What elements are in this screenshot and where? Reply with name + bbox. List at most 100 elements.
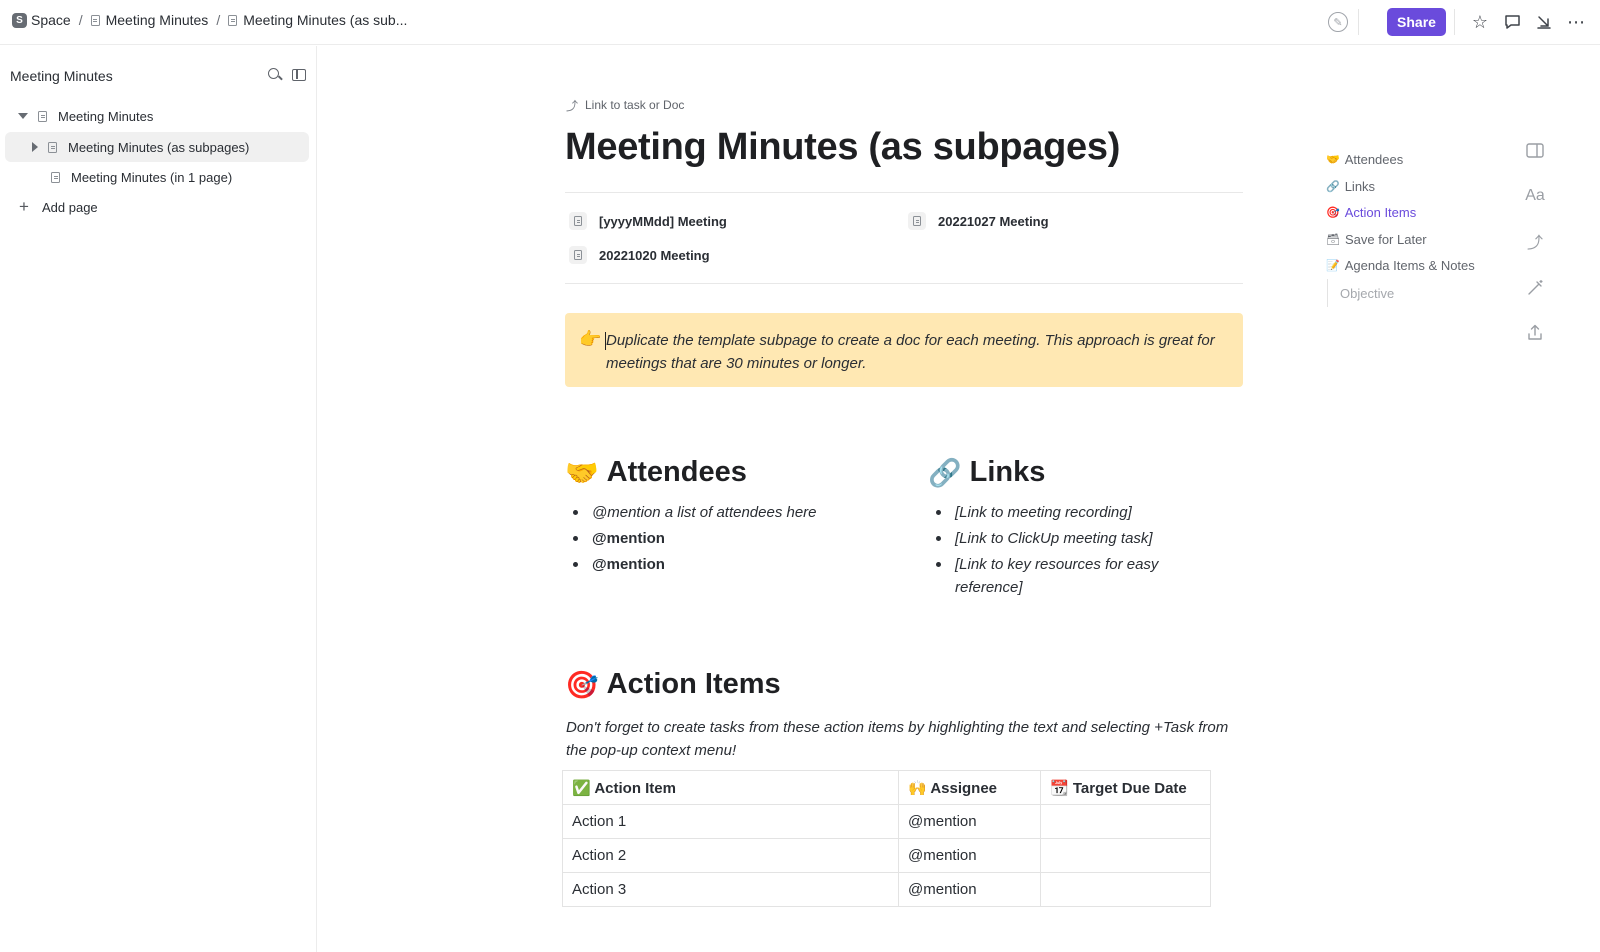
doc-content: ⤴ Link to task or Doc Meeting Minutes (a… <box>318 46 1600 952</box>
heading-text: Links <box>969 456 1046 488</box>
table-row: Action 1 @mention <box>562 804 1211 839</box>
links-heading[interactable]: 🔗 Links <box>928 456 1045 489</box>
toc-label: Links <box>1344 179 1376 194</box>
check-icon: ✅ <box>572 779 591 797</box>
list-item[interactable]: [Link to ClickUp meeting task] <box>929 527 1199 550</box>
breadcrumb-current[interactable]: Meeting Minutes (as sub... <box>228 12 407 28</box>
subpage-link[interactable]: 20221020 Meeting <box>569 246 710 264</box>
breadcrumb-separator: / <box>78 12 83 28</box>
doc-icon <box>38 110 47 122</box>
doc-icon <box>908 212 926 230</box>
sidebar-item-as-subpages[interactable]: Meeting Minutes (as subpages) <box>5 132 309 162</box>
heading-text: Action Items <box>606 668 781 700</box>
toc-label: Attendees <box>1344 152 1404 167</box>
link-chain-icon: 🔗 <box>928 457 962 488</box>
subpage-link[interactable]: [yyyyMMdd] Meeting <box>569 212 727 230</box>
subpage-link[interactable]: 20221027 Meeting <box>908 212 1049 230</box>
table-cell[interactable]: @mention <box>898 838 1041 873</box>
heading-text: Attendees <box>606 456 747 488</box>
attendees-heading[interactable]: 🤝 Attendees <box>565 456 747 489</box>
list-item[interactable]: @mention <box>566 553 886 576</box>
table-cell[interactable]: Action 2 <box>562 838 899 873</box>
toc-item-agenda[interactable]: 📝 Agenda Items & Notes <box>1326 258 1475 273</box>
sidebar-item-meeting-minutes[interactable]: Meeting Minutes <box>5 101 309 131</box>
link-chain-icon: 🔗 <box>1326 181 1340 193</box>
table-header-cell[interactable]: ✅ Action Item <box>562 770 899 805</box>
raised-hands-icon: 🙌 <box>908 779 927 797</box>
list-item[interactable]: [Link to key resources for easy referenc… <box>929 553 1199 599</box>
sidebar-item-in-1-page[interactable]: Meeting Minutes (in 1 page) <box>5 162 309 192</box>
column-label: Assignee <box>930 779 998 797</box>
column-label: Action Item <box>594 779 676 797</box>
link-task-label: Link to task or Doc <box>585 98 685 112</box>
breadcrumb-space[interactable]: S Space <box>12 12 71 28</box>
table-cell[interactable]: @mention <box>898 872 1041 907</box>
card-box-icon: 🗃 <box>1326 234 1340 246</box>
breadcrumb-parent[interactable]: Meeting Minutes <box>90 12 208 28</box>
export-icon[interactable] <box>1524 321 1546 343</box>
ai-assistant-icon[interactable]: ✎ <box>1328 12 1348 32</box>
breadcrumb: S Space / Meeting Minutes / Meeting Minu… <box>12 12 407 28</box>
column-label: Target Due Date <box>1072 779 1187 797</box>
toc-label: Agenda Items & Notes <box>1344 258 1475 273</box>
table-cell[interactable]: Action 3 <box>562 872 899 907</box>
toc-item-attendees[interactable]: 🤝 Attendees <box>1326 152 1403 167</box>
link-task-button[interactable]: ⤴ Link to task or Doc <box>565 98 685 113</box>
target-icon: 🎯 <box>565 669 599 700</box>
list-item[interactable]: @mention <box>566 527 886 550</box>
subpage-label: 20221020 Meeting <box>599 247 710 263</box>
add-page-label: Add page <box>42 199 98 215</box>
doc-icon <box>569 246 587 264</box>
list-item[interactable]: [Link to meeting recording] <box>929 501 1199 524</box>
subpage-label: [yyyyMMdd] Meeting <box>599 213 727 229</box>
table-cell[interactable] <box>1040 838 1211 873</box>
table-header-cell[interactable]: 📆 Target Due Date <box>1040 770 1211 805</box>
table-cell[interactable]: @mention <box>898 804 1041 839</box>
comment-icon[interactable] <box>1501 11 1523 33</box>
collapse-icon[interactable] <box>1533 11 1555 33</box>
toc-label: Action Items <box>1344 205 1417 220</box>
toc-item-save-for-later[interactable]: 🗃 Save for Later <box>1326 232 1427 247</box>
doc-icon <box>569 212 587 230</box>
star-icon[interactable]: ☆ <box>1469 11 1491 33</box>
share-button[interactable]: Share <box>1387 8 1446 36</box>
toc-item-action-items[interactable]: 🎯 Action Items <box>1326 205 1416 220</box>
toc-item-objective[interactable]: Objective <box>1327 279 1394 307</box>
list-item[interactable]: @mention a list of attendees here <box>566 501 886 524</box>
caret-down-icon[interactable] <box>18 113 28 119</box>
table-cell[interactable]: Action 1 <box>562 804 899 839</box>
handshake-icon: 🤝 <box>565 457 599 488</box>
calendar-icon: 📆 <box>1050 779 1069 797</box>
table-cell[interactable] <box>1040 804 1211 839</box>
page-title[interactable]: Meeting Minutes (as subpages) <box>565 126 1120 169</box>
link-icon[interactable]: ⤴ <box>1524 230 1546 252</box>
magic-wand-icon[interactable] <box>1524 276 1546 298</box>
callout-text[interactable]: Duplicate the template subpage to create… <box>605 329 1226 375</box>
caret-right-icon[interactable] <box>32 142 38 152</box>
panel-icon[interactable] <box>1524 139 1546 161</box>
doc-icon <box>51 171 60 183</box>
subpage-label: 20221027 Meeting <box>938 213 1049 229</box>
toc-item-links[interactable]: 🔗 Links <box>1326 179 1375 194</box>
attendees-list: @mention a list of attendees here @menti… <box>566 501 886 579</box>
sidebar-toggle-icon[interactable] <box>292 69 306 81</box>
breadcrumb-separator: / <box>216 12 221 28</box>
divider <box>565 283 1243 284</box>
doc-icon <box>48 141 57 153</box>
sidebar-item-label: Meeting Minutes (in 1 page) <box>71 169 233 185</box>
add-page-button[interactable]: + Add page <box>5 192 309 222</box>
table-header-cell[interactable]: 🙌 Assignee <box>898 770 1041 805</box>
table-cell[interactable] <box>1040 872 1211 907</box>
action-items-table: ✅ Action Item 🙌 Assignee 📆 Target Due Da… <box>562 770 1211 907</box>
sidebar: Meeting Minutes Meeting Minutes Meeting … <box>0 46 317 952</box>
typography-icon[interactable]: Aa <box>1524 185 1546 207</box>
space-badge-icon: S <box>12 12 27 28</box>
callout-block[interactable]: 👉 Duplicate the template subpage to crea… <box>565 313 1243 387</box>
top-bar: S Space / Meeting Minutes / Meeting Minu… <box>0 0 1600 45</box>
search-icon[interactable] <box>268 68 282 82</box>
action-items-heading[interactable]: 🎯 Action Items <box>565 668 781 701</box>
action-items-description[interactable]: Don't forget to create tasks from these … <box>566 716 1236 762</box>
toc-label: Save for Later <box>1344 232 1427 247</box>
more-icon[interactable]: ⋯ <box>1565 11 1587 33</box>
divider <box>565 192 1243 193</box>
